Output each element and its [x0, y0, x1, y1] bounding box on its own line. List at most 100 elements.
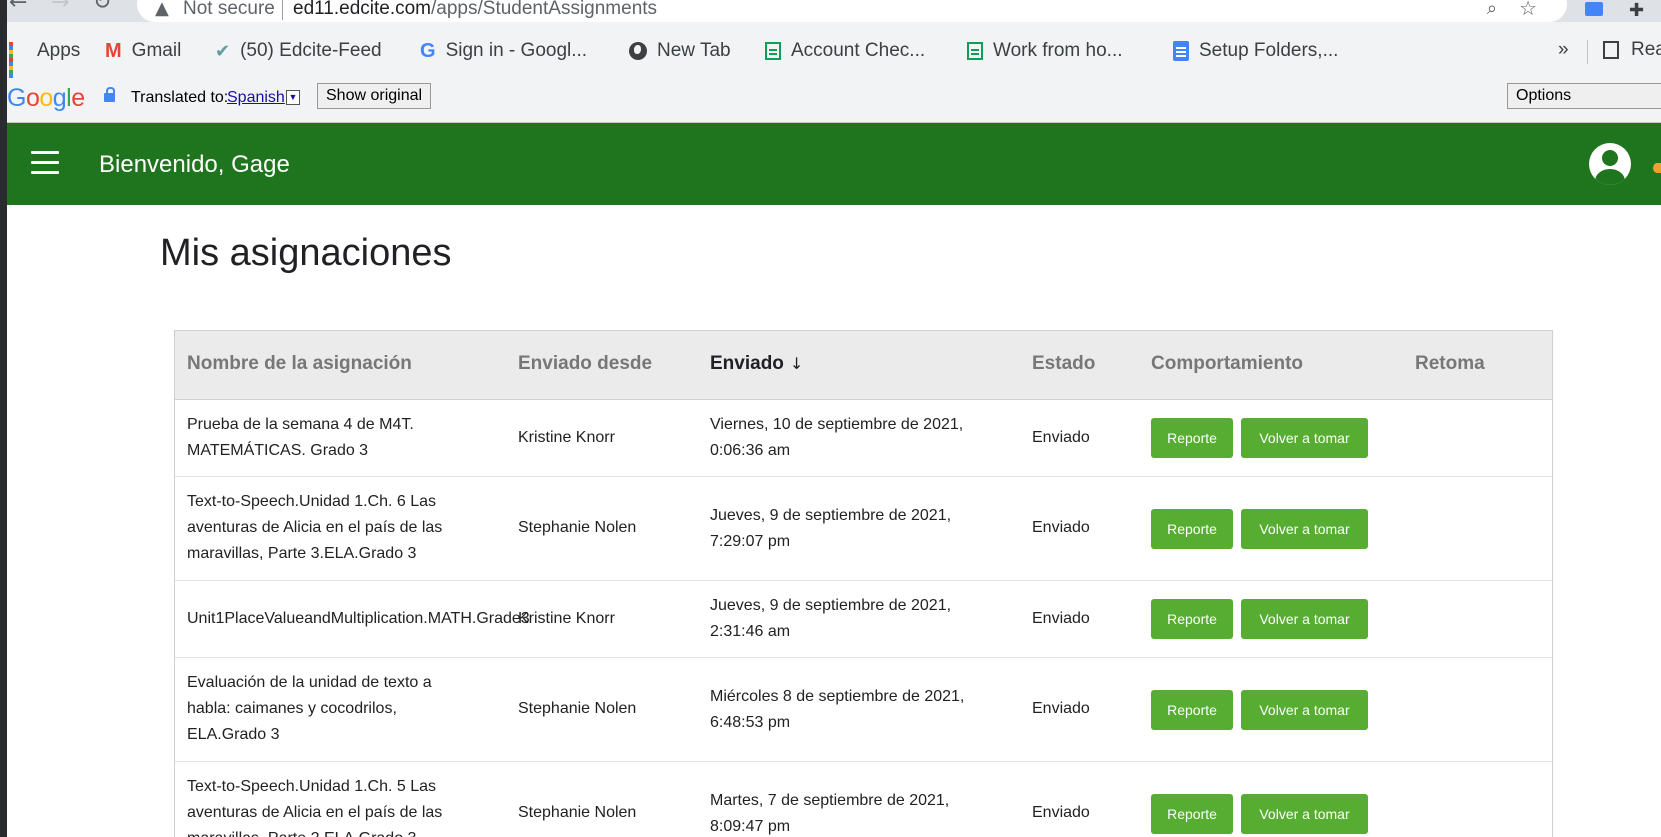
- show-original-button[interactable]: Show original: [317, 83, 432, 109]
- assignment-sender: Stephanie Nolen: [518, 804, 637, 821]
- assignment-name[interactable]: Prueba de la semana 4 de M4T. MATEMÁTICA…: [187, 412, 502, 464]
- bookmark-star-icon[interactable]: ☆: [1519, 0, 1537, 20]
- assignment-status: Enviado: [1032, 804, 1090, 821]
- browser-window: ← → ↻ ▲ Not secure ed11.edcite.com/apps/…: [7, 0, 1661, 837]
- language-dropdown-icon[interactable]: ▼: [286, 90, 300, 105]
- extension-icon[interactable]: [1585, 2, 1603, 16]
- google-icon: G: [420, 39, 436, 62]
- apps-grid-icon: [9, 42, 27, 78]
- column-header-sent[interactable]: Enviado ↓: [710, 353, 803, 375]
- lock-icon: [104, 87, 115, 102]
- reading-list-label: Reading list: [1631, 39, 1661, 60]
- url-path: /apps/StudentAssignments: [431, 0, 658, 19]
- app-header: Bienvenido, Gage: [7, 123, 1661, 205]
- column-header-name[interactable]: Nombre de la asignación: [187, 353, 412, 375]
- bookmark-gmail[interactable]: M Gmail: [105, 39, 181, 63]
- reading-list-button[interactable]: Reading list: [1603, 39, 1661, 61]
- translate-language-link[interactable]: Spanish: [227, 89, 285, 107]
- bookmark-label: Setup Folders,...: [1199, 40, 1339, 61]
- translated-to-label: Translated to:: [131, 89, 229, 106]
- hamburger-menu-icon[interactable]: [31, 151, 59, 174]
- column-header-from[interactable]: Enviado desde: [518, 353, 652, 375]
- bookmark-work-from-home[interactable]: Work from ho...: [967, 39, 1123, 63]
- assignment-name[interactable]: Unit1PlaceValueandMultiplication.MATH.Gr…: [187, 606, 530, 632]
- security-label: Not secure: [183, 0, 275, 19]
- assignment-sender: Stephanie Nolen: [518, 519, 637, 536]
- bookmark-setup-folders[interactable]: Setup Folders,...: [1173, 39, 1338, 63]
- zoom-icon[interactable]: ⌕: [1487, 0, 1497, 19]
- table-row: Unit1PlaceValueandMultiplication.MATH.Gr…: [175, 581, 1552, 658]
- account-avatar-icon[interactable]: [1589, 143, 1631, 185]
- omnibox-divider: [282, 0, 283, 20]
- bookmark-label: Account Chec...: [791, 40, 926, 61]
- sheets-icon: [967, 42, 983, 60]
- extensions-puzzle-icon[interactable]: ✚: [1629, 0, 1644, 21]
- assignment-name[interactable]: Text-to-Speech.Unidad 1.Ch. 6 Las aventu…: [187, 489, 502, 567]
- back-arrow-icon[interactable]: ←: [9, 0, 27, 14]
- retake-button[interactable]: Volver a tomar: [1241, 794, 1368, 834]
- address-bar[interactable]: ▲ Not secure ed11.edcite.com/apps/Studen…: [137, 0, 1567, 22]
- header-edge-icon: [1653, 163, 1661, 173]
- reload-icon[interactable]: ↻: [93, 0, 111, 14]
- forward-arrow-icon[interactable]: →: [51, 0, 69, 14]
- gmail-icon: M: [105, 39, 122, 62]
- report-button[interactable]: Reporte: [1151, 690, 1233, 730]
- assignment-sent-date: Martes, 7 de septiembre de 2021, 8:09:47…: [710, 792, 950, 835]
- assignment-sent-date: Miércoles 8 de septiembre de 2021, 6:48:…: [710, 688, 965, 731]
- bookmarks-divider: [1587, 40, 1588, 64]
- column-header-sent-label: Enviado: [710, 353, 784, 374]
- bookmark-label: Gmail: [131, 40, 182, 61]
- bookmark-label: (50) Edcite-Feed: [240, 40, 382, 61]
- assignment-status: Enviado: [1032, 700, 1090, 717]
- reading-list-icon: [1603, 41, 1619, 59]
- report-button[interactable]: Reporte: [1151, 794, 1233, 834]
- bookmarks-bar: Apps M Gmail ✔ (50) Edcite-Feed G Sign i…: [7, 22, 1661, 78]
- globe-icon: [629, 42, 647, 60]
- url-text[interactable]: ed11.edcite.com/apps/StudentAssignments: [293, 0, 657, 20]
- assignment-sender: Kristine Knorr: [518, 610, 615, 627]
- assignment-sent-date: Viernes, 10 de septiembre de 2021, 0:06:…: [710, 416, 964, 459]
- bookmark-account-check[interactable]: Account Chec...: [765, 39, 925, 63]
- bookmark-google-signin[interactable]: G Sign in - Googl...: [420, 39, 587, 63]
- report-button[interactable]: Reporte: [1151, 599, 1233, 639]
- bookmark-apps[interactable]: Apps: [9, 39, 80, 78]
- report-button[interactable]: Reporte: [1151, 418, 1233, 458]
- assignment-status: Enviado: [1032, 610, 1090, 627]
- bookmarks-overflow-chevron[interactable]: »: [1558, 39, 1569, 61]
- table-row: Text-to-Speech.Unidad 1.Ch. 6 Las aventu…: [175, 477, 1552, 581]
- assignments-table: Nombre de la asignación Enviado desde En…: [174, 330, 1553, 837]
- assignment-sent-date: Jueves, 9 de septiembre de 2021, 2:31:46…: [710, 597, 952, 640]
- table-row: Prueba de la semana 4 de M4T. MATEMÁTICA…: [175, 400, 1552, 477]
- table-header: Nombre de la asignación Enviado desde En…: [175, 331, 1552, 400]
- url-host: ed11.edcite.com: [293, 0, 432, 19]
- bookmark-label: New Tab: [657, 40, 731, 61]
- report-button[interactable]: Reporte: [1151, 509, 1233, 549]
- edcite-icon: ✔: [215, 40, 231, 62]
- assignment-name[interactable]: Text-to-Speech.Unidad 1.Ch. 5 Las aventu…: [187, 774, 502, 837]
- docs-icon: [1173, 41, 1189, 61]
- sheets-icon: [765, 42, 781, 60]
- assignment-name[interactable]: Evaluación de la unidad de texto a habla…: [187, 670, 457, 748]
- bookmark-label: Sign in - Googl...: [445, 40, 588, 61]
- assignment-sent-date: Jueves, 9 de septiembre de 2021, 7:29:07…: [710, 507, 952, 550]
- assignment-status: Enviado: [1032, 429, 1090, 446]
- column-header-status[interactable]: Estado: [1032, 353, 1095, 375]
- page-title: Mis asignaciones: [160, 232, 452, 274]
- table-row: Evaluación de la unidad de texto a habla…: [175, 658, 1552, 762]
- assignment-status: Enviado: [1032, 519, 1090, 536]
- column-header-behavior[interactable]: Comportamiento: [1151, 353, 1303, 375]
- retake-button[interactable]: Volver a tomar: [1241, 599, 1368, 639]
- retake-button[interactable]: Volver a tomar: [1241, 690, 1368, 730]
- google-logo: Google: [7, 84, 85, 112]
- retake-button[interactable]: Volver a tomar: [1241, 509, 1368, 549]
- translate-bar: Google Translated to: Spanish ▼ Show ori…: [7, 78, 1661, 123]
- table-row: Text-to-Speech.Unidad 1.Ch. 5 Las aventu…: [175, 762, 1552, 837]
- bookmark-label: Work from ho...: [993, 40, 1123, 61]
- bookmark-new-tab[interactable]: New Tab: [629, 39, 731, 63]
- translate-options-button[interactable]: Options: [1507, 83, 1661, 109]
- welcome-message: Bienvenido, Gage: [99, 151, 290, 178]
- assignment-sender: Stephanie Nolen: [518, 700, 637, 717]
- column-header-retake[interactable]: Retoma: [1415, 353, 1485, 375]
- retake-button[interactable]: Volver a tomar: [1241, 418, 1368, 458]
- bookmark-edcite-feed[interactable]: ✔ (50) Edcite-Feed: [215, 39, 382, 63]
